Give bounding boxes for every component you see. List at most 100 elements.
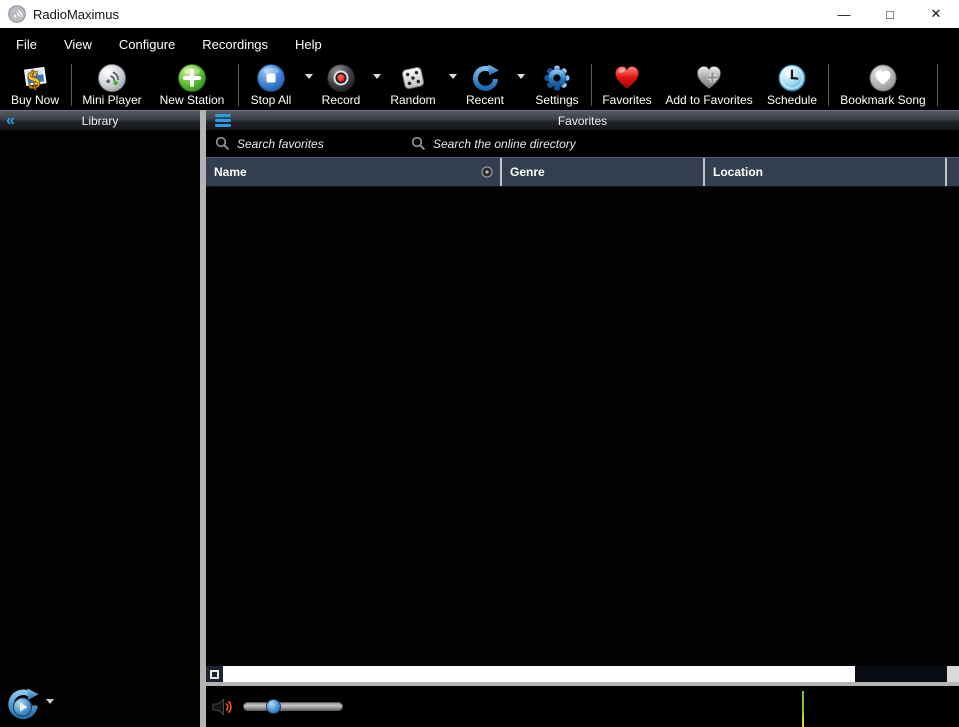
toolbar-separator (238, 64, 239, 106)
library-panel-title: Library (0, 114, 200, 128)
schedule-label: Schedule (767, 93, 817, 107)
stop-all-icon (256, 62, 286, 93)
menu-recordings[interactable]: Recordings (198, 35, 272, 54)
mini-player-button[interactable]: Mini Player (75, 61, 149, 109)
column-genre-label: Genre (510, 165, 545, 179)
column-location-label: Location (713, 165, 763, 179)
menu-file[interactable]: File (12, 35, 41, 54)
favorites-panel: Favorites Name (206, 110, 959, 727)
scrollbar-thumb[interactable] (223, 666, 855, 682)
app-logo-icon (8, 5, 26, 23)
search-icon (215, 136, 230, 151)
favorites-label: Favorites (602, 93, 651, 107)
menu-bar: File View Configure Recordings Help (0, 28, 959, 60)
random-icon (398, 62, 428, 93)
add-to-favorites-icon (694, 62, 724, 93)
radiomaximus-window: RadioMaximus — □ ✕ File View Configure R… (0, 0, 959, 727)
column-header-genre[interactable]: Genre (502, 158, 703, 186)
play-recent-button[interactable] (5, 688, 43, 725)
column-name-label: Name (214, 165, 247, 179)
scrollbar-left-button[interactable] (206, 666, 223, 682)
record-icon (326, 62, 356, 93)
schedule-button[interactable]: Schedule (759, 61, 825, 109)
column-header-name[interactable]: Name (206, 158, 500, 186)
menu-configure[interactable]: Configure (115, 35, 179, 54)
toolbar-separator (828, 64, 829, 106)
search-directory-input[interactable] (433, 137, 653, 151)
new-station-icon (177, 62, 207, 93)
record-label: Record (322, 93, 361, 107)
volume-slider[interactable] (243, 702, 343, 711)
column-header-location[interactable]: Location (705, 158, 945, 186)
library-panel-header: « Library (0, 110, 200, 130)
stop-all-label: Stop All (251, 93, 292, 107)
stop-all-dropdown-icon[interactable] (305, 74, 313, 79)
favorites-panel-header: Favorites (206, 110, 959, 130)
scrollbar-right-button[interactable] (947, 666, 959, 682)
search-directory-field[interactable] (411, 136, 653, 151)
toolbar-separator (591, 64, 592, 106)
scrollbar-square-icon (210, 670, 219, 679)
schedule-icon (777, 62, 807, 93)
volume-slider-thumb[interactable] (266, 699, 281, 714)
bookmark-song-label: Bookmark Song (840, 93, 925, 107)
random-label: Random (390, 93, 435, 107)
player-bar (206, 686, 959, 727)
add-to-favorites-button[interactable]: Add to Favorites (659, 61, 759, 109)
maximize-button[interactable]: □ (867, 0, 913, 28)
favorites-button[interactable]: Favorites (595, 61, 659, 109)
favorites-table-body (206, 187, 959, 666)
settings-icon (542, 62, 572, 93)
bookmark-song-button[interactable]: Bookmark Song (832, 61, 934, 109)
search-favorites-input[interactable] (237, 137, 397, 151)
level-meter-line (802, 691, 804, 727)
speaker-icon[interactable] (211, 697, 235, 717)
buy-now-label: Buy Now (11, 93, 59, 107)
toolbar-separator (71, 64, 72, 106)
window-title: RadioMaximus (33, 7, 119, 22)
settings-label: Settings (535, 93, 578, 107)
menu-view[interactable]: View (60, 35, 96, 54)
random-button[interactable]: Random (382, 61, 458, 109)
mini-player-icon (97, 62, 127, 93)
favorites-icon (612, 62, 642, 93)
favorites-panel-title: Favorites (206, 114, 959, 128)
bookmark-song-icon (868, 62, 898, 93)
new-station-label: New Station (160, 93, 225, 107)
play-dropdown-icon[interactable] (46, 699, 54, 704)
sort-indicator-icon[interactable] (481, 166, 493, 178)
buy-now-icon: $ (20, 62, 50, 93)
close-button[interactable]: ✕ (913, 0, 959, 28)
toolbar-separator (937, 64, 938, 106)
new-station-button[interactable]: New Station (149, 61, 235, 109)
horizontal-scrollbar[interactable] (206, 666, 959, 682)
toolbar: $ Buy Now Mini Player (0, 60, 959, 110)
search-icon (411, 136, 426, 151)
add-to-favorites-label: Add to Favorites (665, 93, 752, 107)
recent-icon (470, 62, 501, 93)
window-controls: — □ ✕ (821, 0, 959, 28)
menu-help[interactable]: Help (291, 35, 326, 54)
scrollbar-track[interactable] (855, 666, 947, 682)
recent-dropdown-icon[interactable] (517, 74, 525, 79)
settings-button[interactable]: Settings (526, 61, 588, 109)
search-row (206, 130, 959, 157)
playback-button-group (5, 688, 54, 725)
favorites-menu-icon[interactable] (215, 114, 231, 127)
mini-player-label: Mini Player (82, 93, 141, 107)
recent-label: Recent (466, 93, 504, 107)
buy-now-button[interactable]: $ Buy Now (2, 61, 68, 109)
column-header-tail (947, 158, 959, 186)
library-tree-area (0, 130, 200, 690)
favorites-table-header: Name Genre Location (206, 157, 959, 187)
recent-button[interactable]: Recent (458, 61, 526, 109)
record-button[interactable]: Record (314, 61, 382, 109)
search-favorites-field[interactable] (215, 136, 397, 151)
record-dropdown-icon[interactable] (373, 74, 381, 79)
collapse-panel-icon[interactable]: « (6, 114, 15, 128)
minimize-button[interactable]: — (821, 0, 867, 28)
library-panel: « Library (0, 110, 200, 727)
title-bar: RadioMaximus — □ ✕ (0, 0, 959, 28)
random-dropdown-icon[interactable] (449, 74, 457, 79)
stop-all-button[interactable]: Stop All (242, 61, 314, 109)
